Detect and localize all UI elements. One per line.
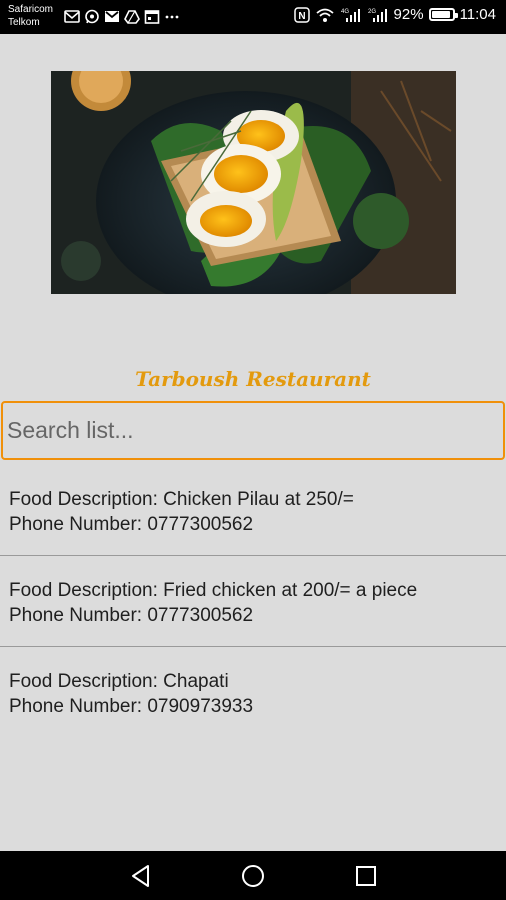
phone-number: Phone Number: 0777300562 [9, 605, 254, 626]
list-item[interactable]: Food Description: Chapati Phone Number: … [0, 647, 506, 738]
clock: 11:04 [459, 6, 496, 23]
system-status: N 4G 2G 92% 11:04 [293, 6, 496, 23]
more-icon [165, 15, 179, 19]
signal-icon: 4G [341, 8, 360, 22]
list-item[interactable]: Food Description: Chicken Pilau at 250/=… [0, 465, 506, 556]
food-description: Food Description: Chapati [9, 671, 229, 692]
battery-percent: 92% [393, 6, 424, 23]
mail-icon [64, 10, 80, 23]
gmail-icon [105, 11, 119, 22]
nfc-icon: N [293, 6, 310, 23]
food-description: Food Description: Chicken Pilau at 250/= [9, 489, 354, 510]
drive-icon [124, 10, 140, 24]
notification-icons [64, 9, 180, 24]
carrier-line-1: Safaricom [8, 4, 54, 15]
calendar-icon [144, 10, 160, 24]
food-description: Food Description: Fried chicken at 200/=… [9, 580, 418, 601]
list-item[interactable]: Food Description: Fried chicken at 200/=… [0, 556, 506, 647]
navigation-bar [0, 851, 506, 900]
home-icon[interactable] [240, 863, 266, 889]
svg-text:N: N [298, 11, 305, 22]
carrier-label: Safaricom Telkom [8, 3, 53, 29]
egg-toast-photo [51, 71, 456, 294]
carrier-line-2: Telkom [8, 17, 40, 28]
recents-icon[interactable] [353, 863, 379, 889]
whatsapp-icon [85, 9, 99, 24]
search-input[interactable] [1, 401, 505, 460]
food-list: Food Description: Chicken Pilau at 250/=… [0, 465, 506, 738]
restaurant-name: Tarboush Restaurant [135, 367, 371, 391]
phone-number: Phone Number: 0790973933 [9, 696, 254, 717]
battery-icon [428, 8, 458, 21]
wifi-icon [315, 8, 334, 22]
status-bar: Safaricom Telkom N 4G 2G 92% 11:04 [0, 0, 506, 34]
food-hero-image [51, 71, 456, 294]
svg-text:2G: 2G [368, 9, 376, 15]
signal-2-icon: 2G [368, 8, 387, 22]
svg-text:4G: 4G [341, 9, 349, 15]
battery-fill [431, 11, 450, 18]
phone-number: Phone Number: 0777300562 [9, 514, 254, 535]
back-icon[interactable] [128, 863, 154, 889]
